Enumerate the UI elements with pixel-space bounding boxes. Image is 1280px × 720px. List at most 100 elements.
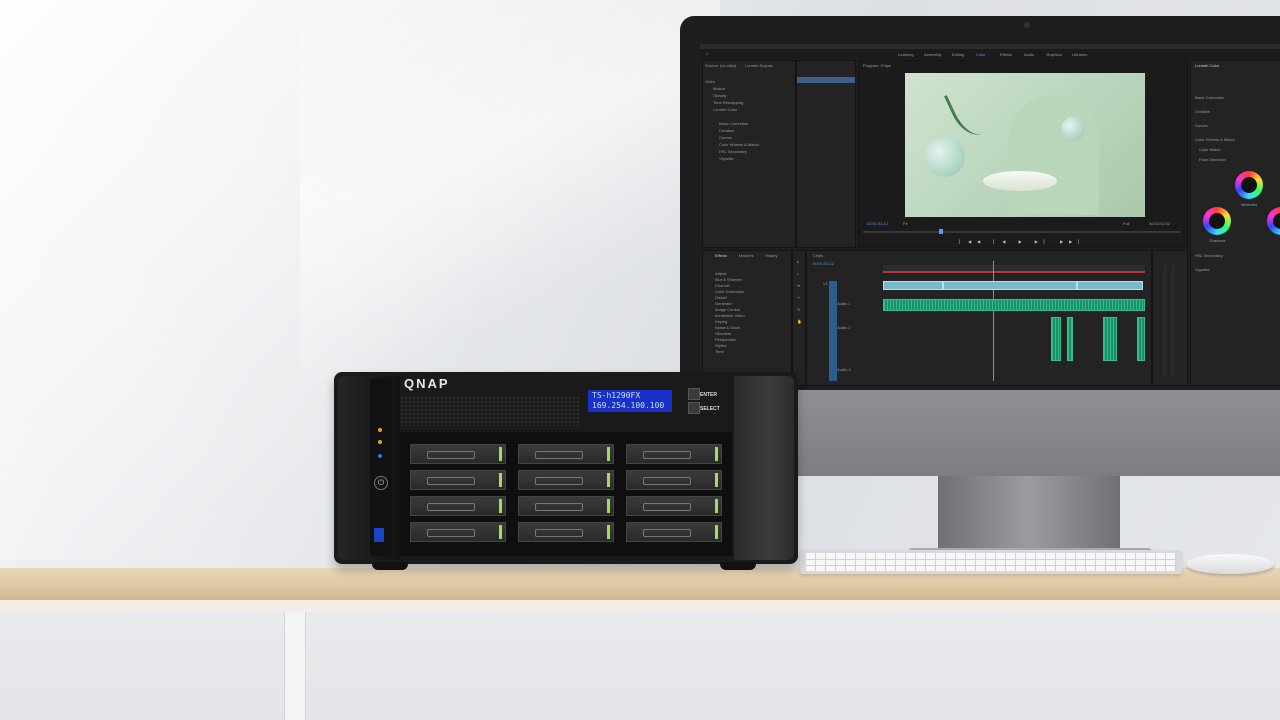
- video-clip[interactable]: [883, 281, 943, 290]
- playhead[interactable]: [939, 229, 943, 234]
- scrubber[interactable]: [863, 231, 1181, 233]
- work-area-bar: [883, 271, 1145, 273]
- effect-folder[interactable]: Adjust: [715, 271, 726, 276]
- audio-clip[interactable]: [1051, 317, 1061, 361]
- power-icon[interactable]: ⏻: [374, 476, 388, 490]
- effect-folder[interactable]: Generate: [715, 301, 732, 306]
- effect-folder[interactable]: Distort: [715, 295, 727, 300]
- enter-button[interactable]: [688, 388, 700, 400]
- usb-port[interactable]: [374, 528, 384, 542]
- effect-row[interactable]: HSL Secondary: [719, 149, 747, 154]
- drive-tray[interactable]: [626, 470, 722, 490]
- effect-folder[interactable]: Blur & Sharpen: [715, 277, 742, 282]
- lumetri-section[interactable]: Color Match: [1199, 147, 1221, 152]
- drive-tray[interactable]: [518, 470, 614, 490]
- nas-lcd-display: TS-h1290FX 169.254.100.100: [588, 390, 672, 412]
- lumetri-section[interactable]: Basic Correction: [1195, 95, 1224, 100]
- timeline-timecode[interactable]: 00:01:51:12: [813, 261, 834, 266]
- face-detection-checkbox[interactable]: Face Detection: [1199, 157, 1226, 162]
- video-clip[interactable]: [1077, 281, 1143, 290]
- timeline-title[interactable]: Chips: [813, 253, 823, 258]
- panel-tab[interactable]: History: [765, 253, 777, 258]
- effect-folder[interactable]: Image Control: [715, 307, 740, 312]
- effect-folder[interactable]: Stylize: [715, 343, 727, 348]
- program-timecode[interactable]: 00:01:51:12: [867, 221, 888, 226]
- lumetri-section[interactable]: Vignette: [1195, 267, 1210, 272]
- effect-folder[interactable]: Channel: [715, 283, 730, 288]
- shadows-wheel[interactable]: [1203, 207, 1231, 235]
- audio-clip[interactable]: [1137, 317, 1145, 361]
- keyboard-row-divider: [806, 565, 1176, 566]
- workspace-tab[interactable]: Audio: [1024, 52, 1034, 57]
- timeline-playhead[interactable]: [993, 261, 994, 381]
- effect-row[interactable]: Color Wheels & Match: [719, 142, 759, 147]
- pen-icon[interactable]: ✎: [797, 307, 800, 312]
- transport-controls[interactable]: ▏◀◀ ▏◀ ▶ ▶▏ ▶▶▏: [959, 239, 1087, 244]
- effect-row[interactable]: Vignette: [719, 156, 734, 161]
- workspace-tab[interactable]: Effects: [1000, 52, 1012, 57]
- drive-tray[interactable]: [518, 496, 614, 516]
- highlights-wheel[interactable]: [1267, 207, 1280, 235]
- razor-icon[interactable]: ✂: [797, 295, 800, 300]
- selection-tool-icon[interactable]: ▸: [797, 259, 799, 264]
- panel-tab[interactable]: Markers: [739, 253, 753, 258]
- timeline-panel: Chips 00:01:51:12 V1 Audio 1 Audio 2 Aud…: [806, 250, 1152, 386]
- sphere-large: [925, 137, 965, 177]
- audio-clip[interactable]: [1103, 317, 1117, 361]
- drive-tray[interactable]: [518, 522, 614, 542]
- effect-folder[interactable]: Time: [715, 349, 724, 354]
- effect-folder[interactable]: Keying: [715, 319, 727, 324]
- effect-row[interactable]: Creative: [719, 128, 734, 133]
- full-dropdown[interactable]: Full: [1123, 221, 1129, 226]
- home-icon[interactable]: ⌂: [706, 51, 708, 56]
- workspace-tab[interactable]: Libraries: [1072, 52, 1087, 57]
- track-target-strip[interactable]: [829, 281, 837, 381]
- workspace-tab[interactable]: Editing: [952, 52, 964, 57]
- drive-tray[interactable]: [410, 496, 506, 516]
- track-select-icon[interactable]: ▹: [797, 271, 799, 276]
- workspace-tab-active[interactable]: Color: [976, 52, 986, 57]
- lumetri-section[interactable]: Creative: [1195, 109, 1210, 114]
- keyboard-row-divider: [806, 559, 1176, 560]
- lumetri-section[interactable]: HSL Secondary: [1195, 253, 1223, 258]
- effect-folder[interactable]: Noise & Grain: [715, 325, 740, 330]
- wheel-label: Midtones: [1241, 202, 1258, 207]
- track-label: Audio 2: [837, 325, 851, 330]
- effect-folder[interactable]: Obsolete: [715, 331, 731, 336]
- effect-row[interactable]: Curves: [719, 135, 732, 140]
- drive-tray[interactable]: [518, 444, 614, 464]
- effect-row[interactable]: Basic Correction: [719, 121, 748, 126]
- effect-row[interactable]: Lumetri Color: [713, 107, 737, 112]
- midtones-wheel[interactable]: [1235, 171, 1263, 199]
- drive-tray[interactable]: [626, 522, 722, 542]
- effect-row[interactable]: Time Remapping: [713, 100, 743, 105]
- effect-folder[interactable]: Perspective: [715, 337, 736, 342]
- ripple-edit-icon[interactable]: ⇹: [797, 283, 800, 288]
- lumetri-section[interactable]: Color Wheels & Match: [1195, 137, 1235, 142]
- drive-tray[interactable]: [410, 470, 506, 490]
- drive-tray[interactable]: [410, 522, 506, 542]
- effect-folder[interactable]: Color Correction: [715, 289, 744, 294]
- lcd-line-2: 169.254.100.100: [592, 401, 665, 410]
- audio-clip[interactable]: [883, 299, 1145, 311]
- effect-folder[interactable]: Immersive Video: [715, 313, 745, 318]
- audio-clip[interactable]: [1067, 317, 1073, 361]
- effect-row[interactable]: Opacity: [713, 93, 727, 98]
- video-clip[interactable]: [943, 281, 1077, 290]
- hand-icon[interactable]: ✋: [797, 319, 802, 324]
- drive-tray[interactable]: [626, 444, 722, 464]
- effect-row[interactable]: Motion: [713, 86, 725, 91]
- drive-tray[interactable]: [626, 496, 722, 516]
- workspace-tab[interactable]: Assembly: [924, 52, 941, 57]
- track-header[interactable]: V1: [823, 281, 828, 286]
- panel-tab[interactable]: Lumetri Scopes: [745, 63, 773, 68]
- workspace-tab[interactable]: Learning: [898, 52, 914, 57]
- panel-tab[interactable]: Source: (no clips): [705, 63, 736, 68]
- select-button[interactable]: [688, 402, 700, 414]
- drive-tray[interactable]: [410, 444, 506, 464]
- fit-dropdown[interactable]: Fit: [903, 221, 907, 226]
- lumetri-section[interactable]: Curves: [1195, 123, 1208, 128]
- program-title[interactable]: Program: Chips: [863, 63, 891, 68]
- panel-tab[interactable]: Effects: [715, 253, 727, 258]
- workspace-tab[interactable]: Graphics: [1046, 52, 1062, 57]
